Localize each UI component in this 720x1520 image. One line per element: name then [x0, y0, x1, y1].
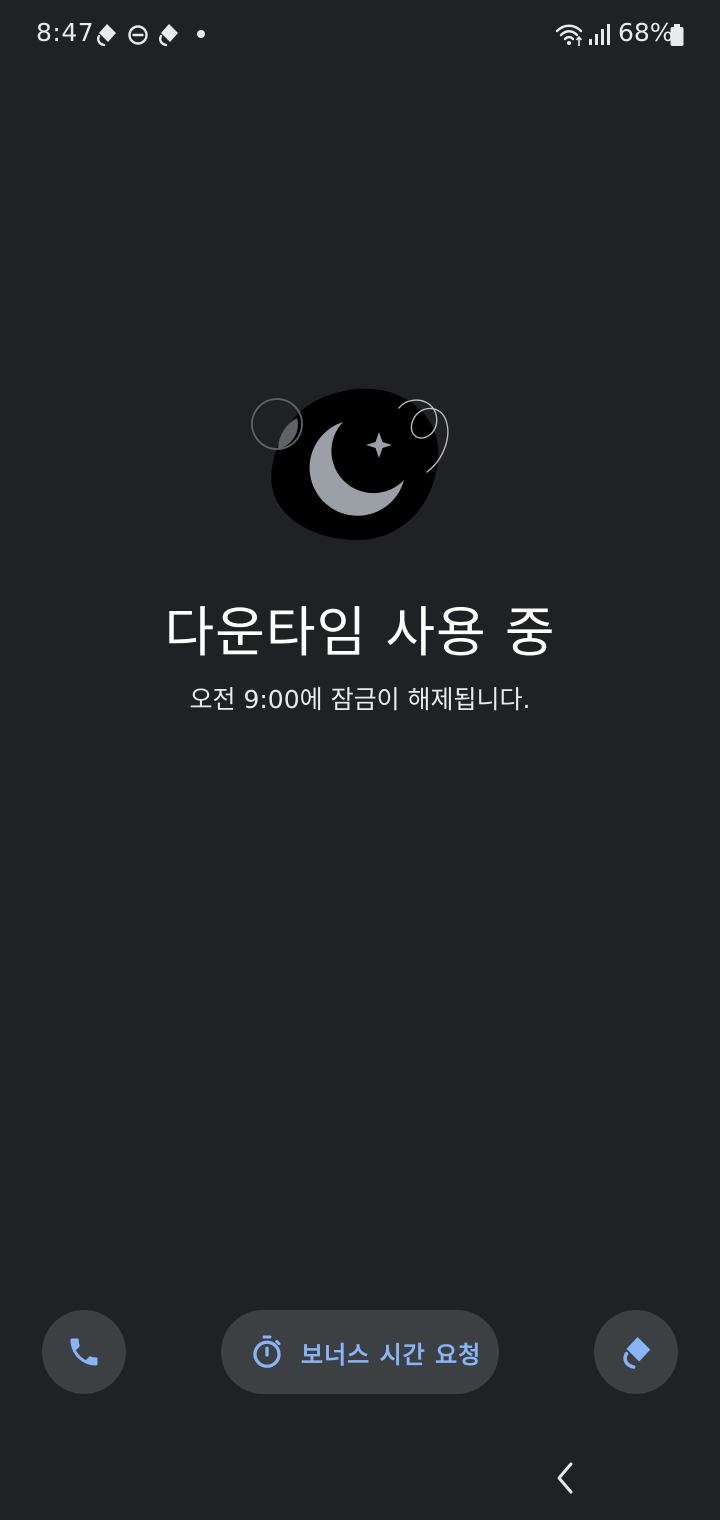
family-link-icon — [159, 24, 178, 47]
downtime-moon-illustration — [251, 388, 449, 541]
do-not-disturb-icon — [128, 25, 148, 45]
call-button[interactable] — [42, 1310, 126, 1394]
family-link-icon — [97, 24, 116, 47]
request-bonus-time-label: 보너스 시간 요청 — [301, 1340, 482, 1369]
battery-icon — [670, 24, 684, 46]
chevron-left-icon — [557, 1462, 573, 1494]
notification-dot — [197, 30, 205, 38]
status-time: 8:47 — [36, 18, 95, 47]
request-bonus-time-button[interactable]: 보너스 시간 요청 — [221, 1310, 499, 1394]
wifi-icon — [555, 24, 583, 46]
unlock-time-text: 오전 9:00에 잠금이 해제됩니다. — [189, 685, 531, 714]
family-link-icon — [623, 1336, 651, 1369]
battery-percent: 68% — [618, 18, 674, 47]
signal-icon — [589, 24, 610, 45]
nav-back-button[interactable] — [545, 1455, 585, 1501]
timer-icon — [253, 1335, 281, 1368]
phone-icon — [70, 1338, 98, 1366]
page-title: 다운타임 사용 중 — [164, 601, 556, 664]
downtime-screen: 8:47 68% 다운타임 사용 중 오전 9:00에 잠금이 해제됩니다. 보… — [0, 0, 720, 1520]
status-bar: 8:47 68% — [0, 0, 720, 68]
family-link-button[interactable] — [594, 1310, 678, 1394]
